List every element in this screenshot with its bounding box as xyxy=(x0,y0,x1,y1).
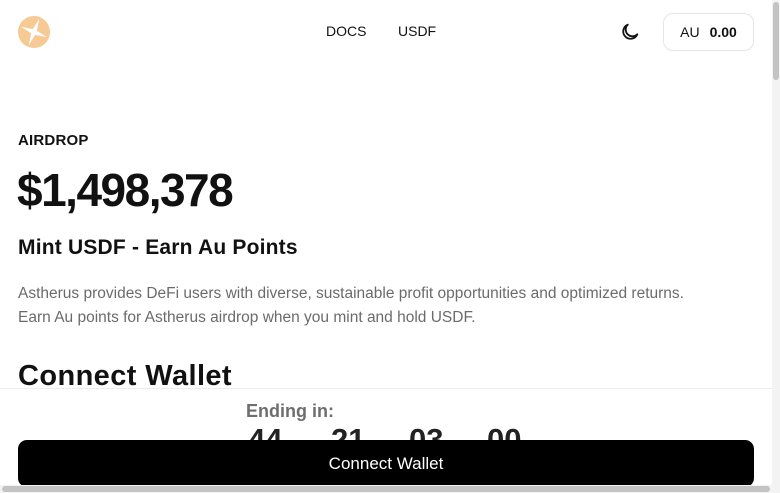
airdrop-label: AIRDROP xyxy=(18,132,89,149)
moon-icon[interactable] xyxy=(619,21,641,43)
hero-description: Astherus provides DeFi users with divers… xyxy=(18,285,684,326)
horizontal-scrollbar-thumb[interactable] xyxy=(2,486,770,492)
vertical-scrollbar-thumb[interactable] xyxy=(773,2,779,80)
hero-subtitle: Mint USDF - Earn Au Points xyxy=(18,236,298,259)
astherus-logo-icon[interactable] xyxy=(18,16,50,48)
countdown-label: Ending in: xyxy=(246,401,334,421)
airdrop-total-amount: $1,498,378 xyxy=(17,164,234,216)
nav-usdf-link[interactable]: USDF xyxy=(398,23,436,39)
top-nav: DOCS USDF AU 0.00 xyxy=(0,0,770,64)
balance-amount: 0.00 xyxy=(709,24,737,40)
nav-docs-link[interactable]: DOCS xyxy=(326,23,366,39)
connect-wallet-button[interactable]: Connect Wallet xyxy=(18,440,754,487)
balance-button[interactable]: AU 0.00 xyxy=(663,13,754,51)
balance-token: AU xyxy=(680,24,700,40)
